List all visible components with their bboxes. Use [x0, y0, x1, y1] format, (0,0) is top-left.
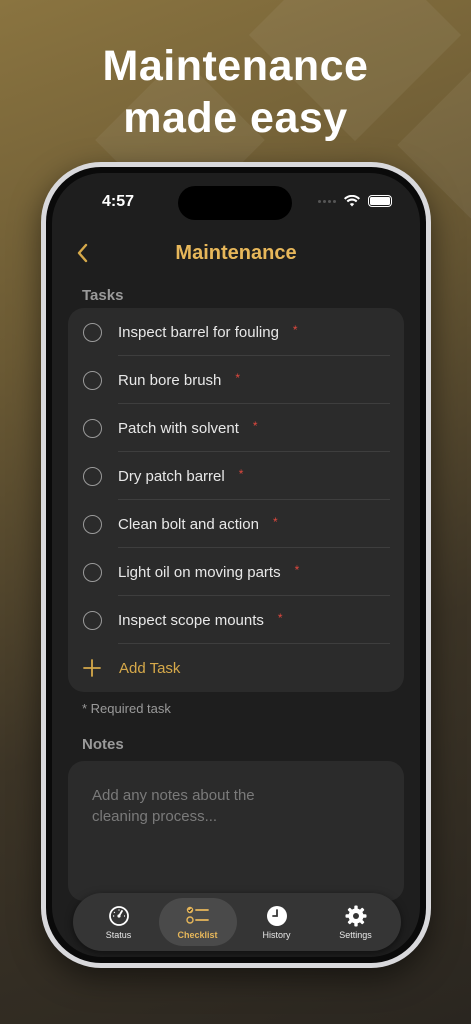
tab-label: Status [105, 929, 132, 940]
app-screen: 4:57 Maintenance Tasks Inspect barrel fo… [52, 173, 420, 957]
headline: Maintenance made easy [0, 40, 471, 144]
task-item[interactable]: Patch with solvent * [68, 404, 404, 452]
status-icons [318, 195, 392, 207]
status-time: 4:57 [102, 193, 135, 210]
signal-icon [318, 199, 336, 203]
gauge-icon [108, 905, 129, 926]
task-label: Dry patch barrel [118, 468, 225, 485]
checkbox-circle-icon[interactable] [83, 514, 102, 534]
gear-icon [345, 905, 366, 926]
required-marker: * [252, 419, 258, 433]
tab-settings[interactable]: Settings [317, 898, 395, 946]
task-item[interactable]: Dry patch barrel * [68, 452, 404, 500]
notes-field[interactable]: Add any notes about the cleaning process… [68, 761, 404, 901]
required-marker: * [238, 467, 244, 481]
tab-label: Checklist [177, 929, 218, 940]
phone-bezel: 4:57 Maintenance Tasks Inspect barrel fo… [46, 167, 426, 963]
plus-icon [83, 659, 101, 677]
checkbox-circle-icon[interactable] [83, 610, 102, 630]
task-label: Patch with solvent [118, 420, 239, 437]
page-title: Maintenance [175, 242, 297, 264]
task-item[interactable]: Light oil on moving parts * [68, 548, 404, 596]
add-task-button[interactable]: Add Task [68, 644, 404, 692]
tab-checklist[interactable]: Checklist [158, 898, 237, 946]
task-label: Inspect barrel for fouling [118, 324, 279, 341]
headline-line-2: made easy [123, 94, 348, 142]
add-task-label: Add Task [119, 659, 181, 677]
headline-line-1: Maintenance [102, 42, 369, 90]
task-label: Inspect scope mounts [118, 612, 264, 629]
tab-label: History [262, 929, 291, 940]
task-label: Clean bolt and action [118, 516, 259, 533]
required-note: * Required task [82, 701, 171, 716]
dynamic-island [178, 186, 292, 220]
tasks-section-label: Tasks [82, 287, 124, 304]
checkbox-circle-icon[interactable] [83, 322, 102, 342]
task-item[interactable]: Inspect scope mounts * [68, 596, 404, 644]
task-item[interactable]: Inspect barrel for fouling * [68, 308, 404, 356]
checklist-icon [185, 906, 209, 924]
wifi-icon [344, 195, 360, 207]
required-marker: * [277, 611, 283, 625]
required-marker: * [235, 371, 241, 385]
tasks-card: Inspect barrel for fouling * Run bore bru… [68, 308, 404, 692]
checkbox-circle-icon[interactable] [83, 562, 102, 582]
notes-placeholder: Add any notes about the cleaning process… [92, 787, 255, 825]
checkbox-circle-icon[interactable] [83, 370, 102, 390]
task-item[interactable]: Clean bolt and action * [68, 500, 404, 548]
phone-frame: 4:57 Maintenance Tasks Inspect barrel fo… [41, 162, 431, 968]
battery-icon [368, 195, 392, 207]
tab-bar: Status Checklist History Settings [73, 893, 401, 951]
clock-icon [266, 905, 287, 926]
tab-label: Settings [339, 929, 372, 940]
notes-section-label: Notes [82, 736, 124, 753]
tab-history[interactable]: History [238, 898, 316, 946]
task-label: Run bore brush [118, 372, 222, 389]
required-marker: * [294, 563, 300, 577]
task-label: Light oil on moving parts [118, 564, 281, 581]
task-item[interactable]: Run bore brush * [68, 356, 404, 404]
checkbox-circle-icon[interactable] [83, 466, 102, 486]
checkbox-circle-icon[interactable] [83, 418, 102, 438]
required-marker: * [272, 515, 278, 529]
required-marker: * [292, 323, 298, 337]
tab-status[interactable]: Status [80, 898, 158, 946]
